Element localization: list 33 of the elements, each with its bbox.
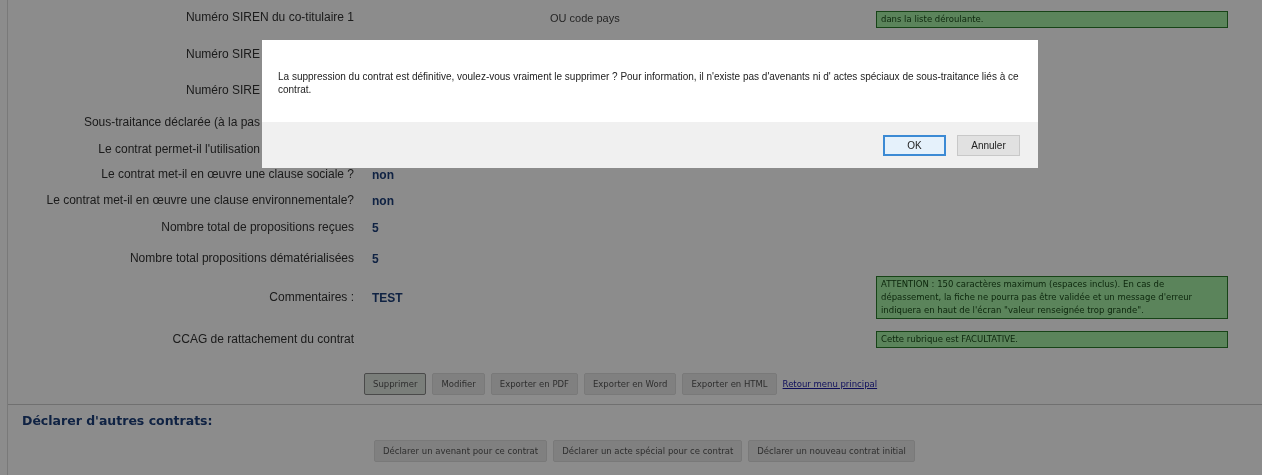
declare-button[interactable]: Déclarer un avenant pour ce contrat bbox=[374, 440, 548, 462]
field-label: Numéro SIRE bbox=[185, 83, 260, 97]
dialog-button[interactable]: Annuler bbox=[957, 134, 1020, 156]
field-label: Le contrat permet-il l'utilisation bbox=[98, 142, 260, 156]
dialog-message: La suppression du contrat est définitive, voulez-vous vraiment le supprimer ? Pour information, il n'existe pas d'avenants ni d' actes spéciaux de sous-traitance liés à ce contrat. bbox=[277, 70, 1020, 97]
hint-box: dans la liste déroulante. bbox=[876, 11, 1228, 28]
dialog-button[interactable]: OK bbox=[883, 134, 946, 156]
action-button[interactable]: Exporter en Word bbox=[583, 373, 677, 395]
field-label: Numéro SIRE bbox=[185, 46, 260, 61]
field-value: 5 bbox=[371, 221, 379, 235]
field-value: TEST bbox=[371, 291, 403, 305]
action-button[interactable]: Modifier bbox=[432, 373, 485, 395]
main-menu-link[interactable]: Retour menu principal bbox=[782, 379, 878, 389]
field-value: non bbox=[371, 168, 394, 182]
field-label: Sous-traitance déclarée (à la pas bbox=[83, 114, 260, 129]
field-label: Numéro SIREN du co-titulaire 1 bbox=[184, 9, 355, 24]
field-value: 5 bbox=[371, 251, 379, 266]
declare-button[interactable]: Déclarer un nouveau contrat initial bbox=[748, 440, 915, 462]
action-button[interactable]: Supprimer bbox=[364, 373, 427, 395]
field-label: Nombre total propositions dématérialisées bbox=[128, 250, 355, 265]
field-label: CCAG de rattachement du contrat bbox=[171, 332, 355, 346]
field-label: Le contrat met-il en œuvre une clause environnementale? bbox=[45, 193, 355, 207]
declare-button[interactable]: Déclarer un acte spécial pour ce contrat bbox=[553, 440, 743, 462]
field-label: Nombre total de propositions reçues bbox=[160, 220, 355, 234]
section-heading: Déclarer d'autres contrats: bbox=[22, 413, 214, 428]
field-value: non bbox=[371, 194, 394, 208]
field-label: Commentaires : bbox=[268, 290, 355, 304]
field-note: OU code pays bbox=[549, 11, 620, 24]
hint-box: Cette rubrique est FACULTATIVE. bbox=[876, 330, 1228, 348]
field-label: Le contrat met-il en œuvre une clause sociale ? bbox=[100, 167, 355, 181]
hint-box: ATTENTION : 150 caractères maximum (espaces inclus). En cas de dépassement, la fiche ne pourra pas être validée et un message d'erreur indiquera en haut de l'écran "valeur renseignée trop grande". bbox=[876, 275, 1228, 319]
action-button[interactable]: Exporter en HTML bbox=[682, 373, 777, 395]
action-button[interactable]: Exporter en PDF bbox=[490, 373, 578, 395]
